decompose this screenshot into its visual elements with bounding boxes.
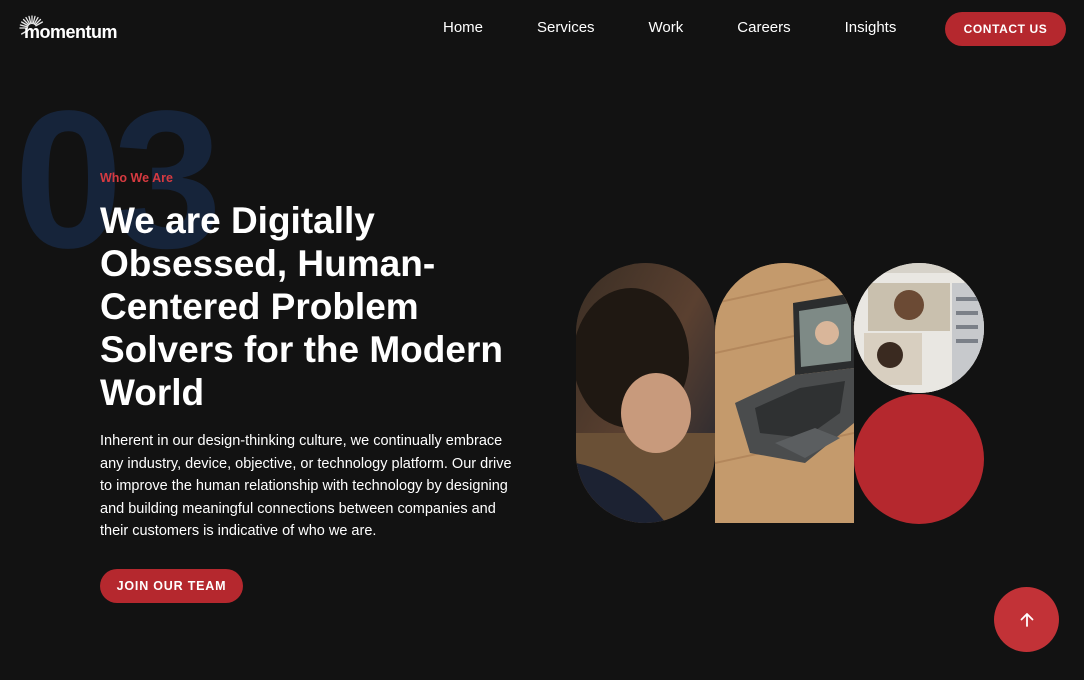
page: momentum Home Services Work Careers Insi… — [0, 0, 1084, 680]
main-nav: Home Services Work Careers Insights — [443, 18, 896, 38]
hero-headline: We are Digitally Obsessed, Human-Centere… — [100, 200, 503, 413]
contact-us-button[interactable]: CONTACT US — [945, 12, 1066, 46]
section-eyebrow: Who We Are — [100, 171, 173, 185]
video-call-collage-photo — [854, 263, 984, 393]
arrow-up-icon — [1020, 612, 1033, 627]
image-collage — [576, 263, 984, 525]
logo[interactable]: momentum — [18, 14, 118, 42]
hero-body-text: Inherent in our design-thinking culture,… — [100, 433, 512, 539]
nav-item-services[interactable]: Services — [537, 18, 595, 38]
nav-item-work[interactable]: Work — [649, 18, 684, 38]
nav-item-home[interactable]: Home — [443, 18, 483, 38]
nav-item-insights[interactable]: Insights — [845, 18, 897, 38]
laptop-video-call-photo — [715, 263, 854, 523]
nav-item-careers[interactable]: Careers — [737, 18, 790, 38]
red-circle-accent — [854, 394, 984, 524]
person-at-laptop-photo — [576, 263, 715, 523]
scroll-to-top-button[interactable] — [994, 587, 1059, 652]
logo-text: momentum — [24, 22, 118, 42]
join-our-team-button[interactable]: JOIN OUR TEAM — [100, 569, 243, 603]
